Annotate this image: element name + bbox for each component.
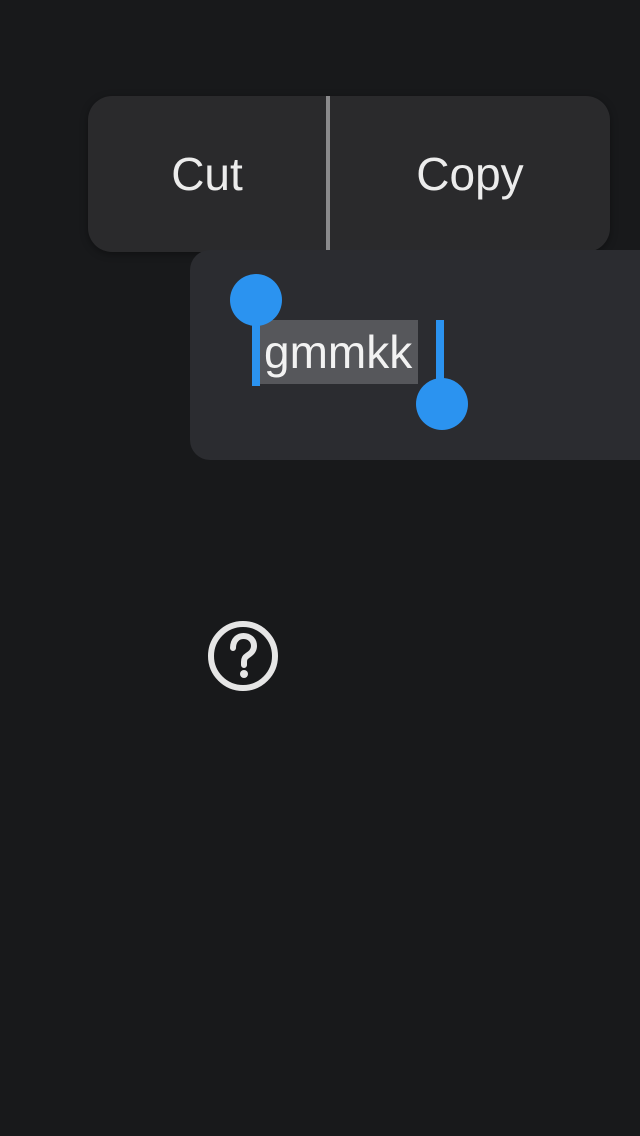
text-input-field[interactable]: gmmkk (190, 250, 640, 460)
selection-start-handle-bar[interactable] (252, 320, 260, 386)
copy-button[interactable]: Copy (330, 96, 610, 252)
cut-button[interactable]: Cut (88, 96, 326, 252)
selection-start-handle[interactable] (230, 274, 282, 326)
edit-context-menu: Cut Copy (88, 96, 610, 252)
selected-text[interactable]: gmmkk (258, 320, 419, 384)
question-circle-icon[interactable] (207, 620, 279, 692)
selection-end-handle[interactable] (416, 378, 468, 430)
